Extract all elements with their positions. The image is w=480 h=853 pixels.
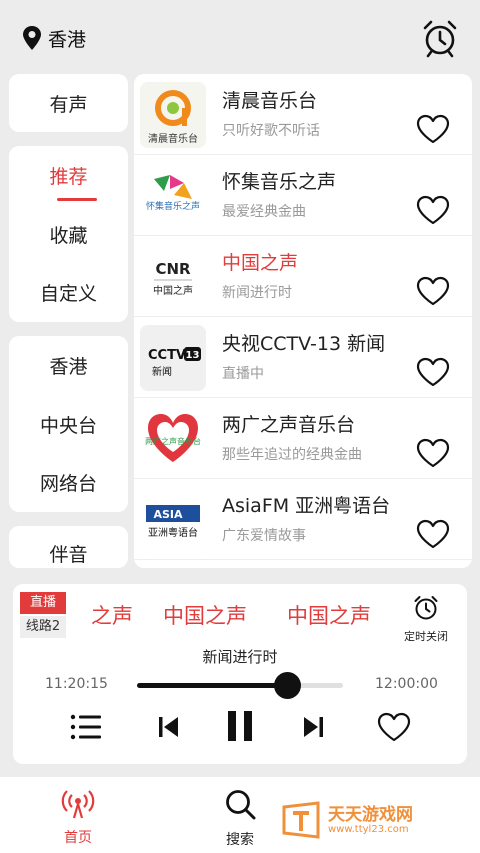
tab-home-label: 首页 bbox=[64, 830, 92, 846]
sidebar-item-accompany[interactable]: 伴音 bbox=[9, 540, 128, 567]
logo-text: CNR bbox=[155, 260, 191, 278]
active-indicator bbox=[57, 198, 97, 201]
tab-home[interactable]: 首页 bbox=[60, 789, 96, 847]
player-panel: 直播 线路2 之声 中国之声 中国之声 定时关闭 新闻进行时 11:20:15 … bbox=[13, 584, 467, 764]
top-bar: 香港 bbox=[0, 0, 480, 74]
site-watermark: 天天游戏网 www.ttyl23.com bbox=[280, 801, 413, 839]
playlist-icon[interactable] bbox=[69, 712, 103, 742]
sidebar-item-custom[interactable]: 自定义 bbox=[9, 279, 128, 306]
station-title: 两广之声音乐台 bbox=[222, 414, 356, 436]
station-title: 中国之声 bbox=[222, 252, 299, 274]
radio-signal-icon bbox=[61, 790, 95, 819]
map-pin-icon bbox=[23, 26, 41, 50]
station-logo: CCTV 13 新闻 bbox=[140, 325, 206, 391]
logo-badge: 13 bbox=[186, 350, 200, 361]
watermark-logo-icon bbox=[282, 801, 320, 839]
sidebar-item-hongkong[interactable]: 香港 bbox=[9, 352, 128, 379]
station-row[interactable]: 两广之声音乐台 两广之声音乐台 那些年追过的经典金曲 bbox=[134, 398, 472, 479]
station-subtitle: 只听好歌不听话 bbox=[222, 123, 320, 139]
station-subtitle: 最爱经典金曲 bbox=[222, 204, 306, 220]
sidebar-item-favorites[interactable]: 收藏 bbox=[9, 221, 128, 248]
station-subtitle: 直播中 bbox=[222, 366, 264, 382]
current-program: 新闻进行时 bbox=[202, 648, 278, 666]
station-logo: CNR 中国之声 bbox=[140, 244, 206, 310]
favorite-heart-icon[interactable] bbox=[416, 195, 450, 225]
logo-text: 清晨音乐台 bbox=[148, 132, 198, 145]
watermark-title: 天天游戏网 bbox=[328, 804, 413, 825]
marquee-text: 中国之声 bbox=[287, 604, 371, 628]
station-subtitle: 新闻进行时 bbox=[222, 285, 292, 301]
location-label: 香港 bbox=[48, 28, 87, 51]
favorite-heart-icon[interactable] bbox=[416, 519, 450, 549]
tab-search-label: 搜索 bbox=[226, 832, 254, 848]
station-list: 清晨音乐台 清晨音乐台 只听好歌不听话 怀集音乐之声 怀集音乐之声 最爱经典金曲 bbox=[134, 74, 472, 568]
logo-text: ASIA bbox=[153, 508, 183, 521]
sidebar-item-recommend[interactable]: 推荐 bbox=[9, 162, 128, 189]
station-row[interactable]: 怀集音乐之声 怀集音乐之声 最爱经典金曲 bbox=[134, 155, 472, 236]
progress-knob[interactable] bbox=[274, 672, 302, 699]
progress-fill bbox=[137, 683, 288, 688]
line-selector[interactable]: 线路2 bbox=[20, 616, 66, 638]
marquee-text: 中国之声 bbox=[163, 604, 247, 628]
station-title: AsiaFM 亚洲粤语台 bbox=[222, 495, 391, 517]
sleep-timer-label: 定时关闭 bbox=[404, 630, 448, 643]
station-row[interactable]: CNR 中国之声 中国之声 新闻进行时 bbox=[134, 236, 472, 317]
sidebar-group-accompany: 伴音 bbox=[9, 526, 128, 568]
progress-slider[interactable] bbox=[137, 672, 343, 699]
time-start: 11:20:15 bbox=[45, 676, 108, 692]
pause-icon[interactable] bbox=[225, 708, 255, 744]
sidebar-group-main: 推荐 收藏 自定义 bbox=[9, 146, 128, 322]
logo-subtext: 亚洲粤语台 bbox=[148, 526, 198, 539]
station-logo: 清晨音乐台 bbox=[140, 82, 206, 148]
station-logo: 怀集音乐之声 bbox=[140, 163, 206, 229]
station-subtitle: 那些年追过的经典金曲 bbox=[222, 447, 362, 463]
sidebar-item-audio[interactable]: 有声 bbox=[9, 90, 128, 117]
station-title: 清晨音乐台 bbox=[222, 90, 318, 112]
next-icon[interactable] bbox=[301, 712, 325, 742]
favorite-heart-icon[interactable] bbox=[416, 276, 450, 306]
logo-subtext: 中国之声 bbox=[153, 284, 193, 297]
station-logo: 两广之声音乐台 bbox=[140, 406, 206, 472]
sidebar-group-regions: 香港 中央台 网络台 bbox=[9, 336, 128, 512]
now-playing-marquee: 之声 中国之声 中国之声 bbox=[75, 600, 395, 634]
logo-text: CCTV bbox=[148, 348, 186, 363]
sleep-timer-button[interactable]: 定时关闭 bbox=[401, 594, 451, 644]
station-row[interactable]: 清晨音乐台 清晨音乐台 只听好歌不听话 bbox=[134, 74, 472, 155]
logo-text: 两广之声音乐台 bbox=[145, 436, 201, 446]
station-title: 怀集音乐之声 bbox=[222, 171, 337, 193]
favorite-heart-icon[interactable] bbox=[377, 712, 411, 742]
tab-search[interactable]: 搜索 bbox=[222, 789, 258, 849]
station-title: 央视CCTV-13 新闻 bbox=[222, 333, 386, 355]
station-subtitle: 广东爱情故事 bbox=[222, 528, 306, 544]
previous-icon[interactable] bbox=[157, 712, 181, 742]
live-badge: 直播 bbox=[20, 592, 66, 614]
watermark-url: www.ttyl23.com bbox=[328, 823, 409, 835]
search-icon bbox=[226, 790, 256, 820]
sidebar-item-central[interactable]: 中央台 bbox=[9, 411, 128, 438]
sidebar-group-audio: 有声 bbox=[9, 74, 128, 132]
alarm-clock-icon bbox=[414, 596, 438, 620]
alarm-clock-icon[interactable] bbox=[420, 18, 460, 58]
favorite-heart-icon[interactable] bbox=[416, 438, 450, 468]
favorite-heart-icon[interactable] bbox=[416, 114, 450, 144]
bottom-tab-bar: 首页 搜索 天天游戏网 www.ttyl23.com bbox=[0, 777, 480, 853]
logo-subtext: 新闻 bbox=[152, 365, 172, 378]
logo-text: 怀集音乐之声 bbox=[146, 200, 200, 212]
location-selector[interactable]: 香港 bbox=[20, 24, 86, 52]
station-logo: ASIA 亚洲粤语台 bbox=[140, 487, 206, 553]
marquee-text: 之声 bbox=[91, 604, 133, 628]
station-row[interactable]: ASIA 亚洲粤语台 AsiaFM 亚洲粤语台 广东爱情故事 bbox=[134, 479, 472, 560]
sidebar-item-network[interactable]: 网络台 bbox=[9, 469, 128, 496]
time-end: 12:00:00 bbox=[375, 676, 438, 692]
station-row[interactable]: CCTV 13 新闻 央视CCTV-13 新闻 直播中 bbox=[134, 317, 472, 398]
favorite-heart-icon[interactable] bbox=[416, 357, 450, 387]
